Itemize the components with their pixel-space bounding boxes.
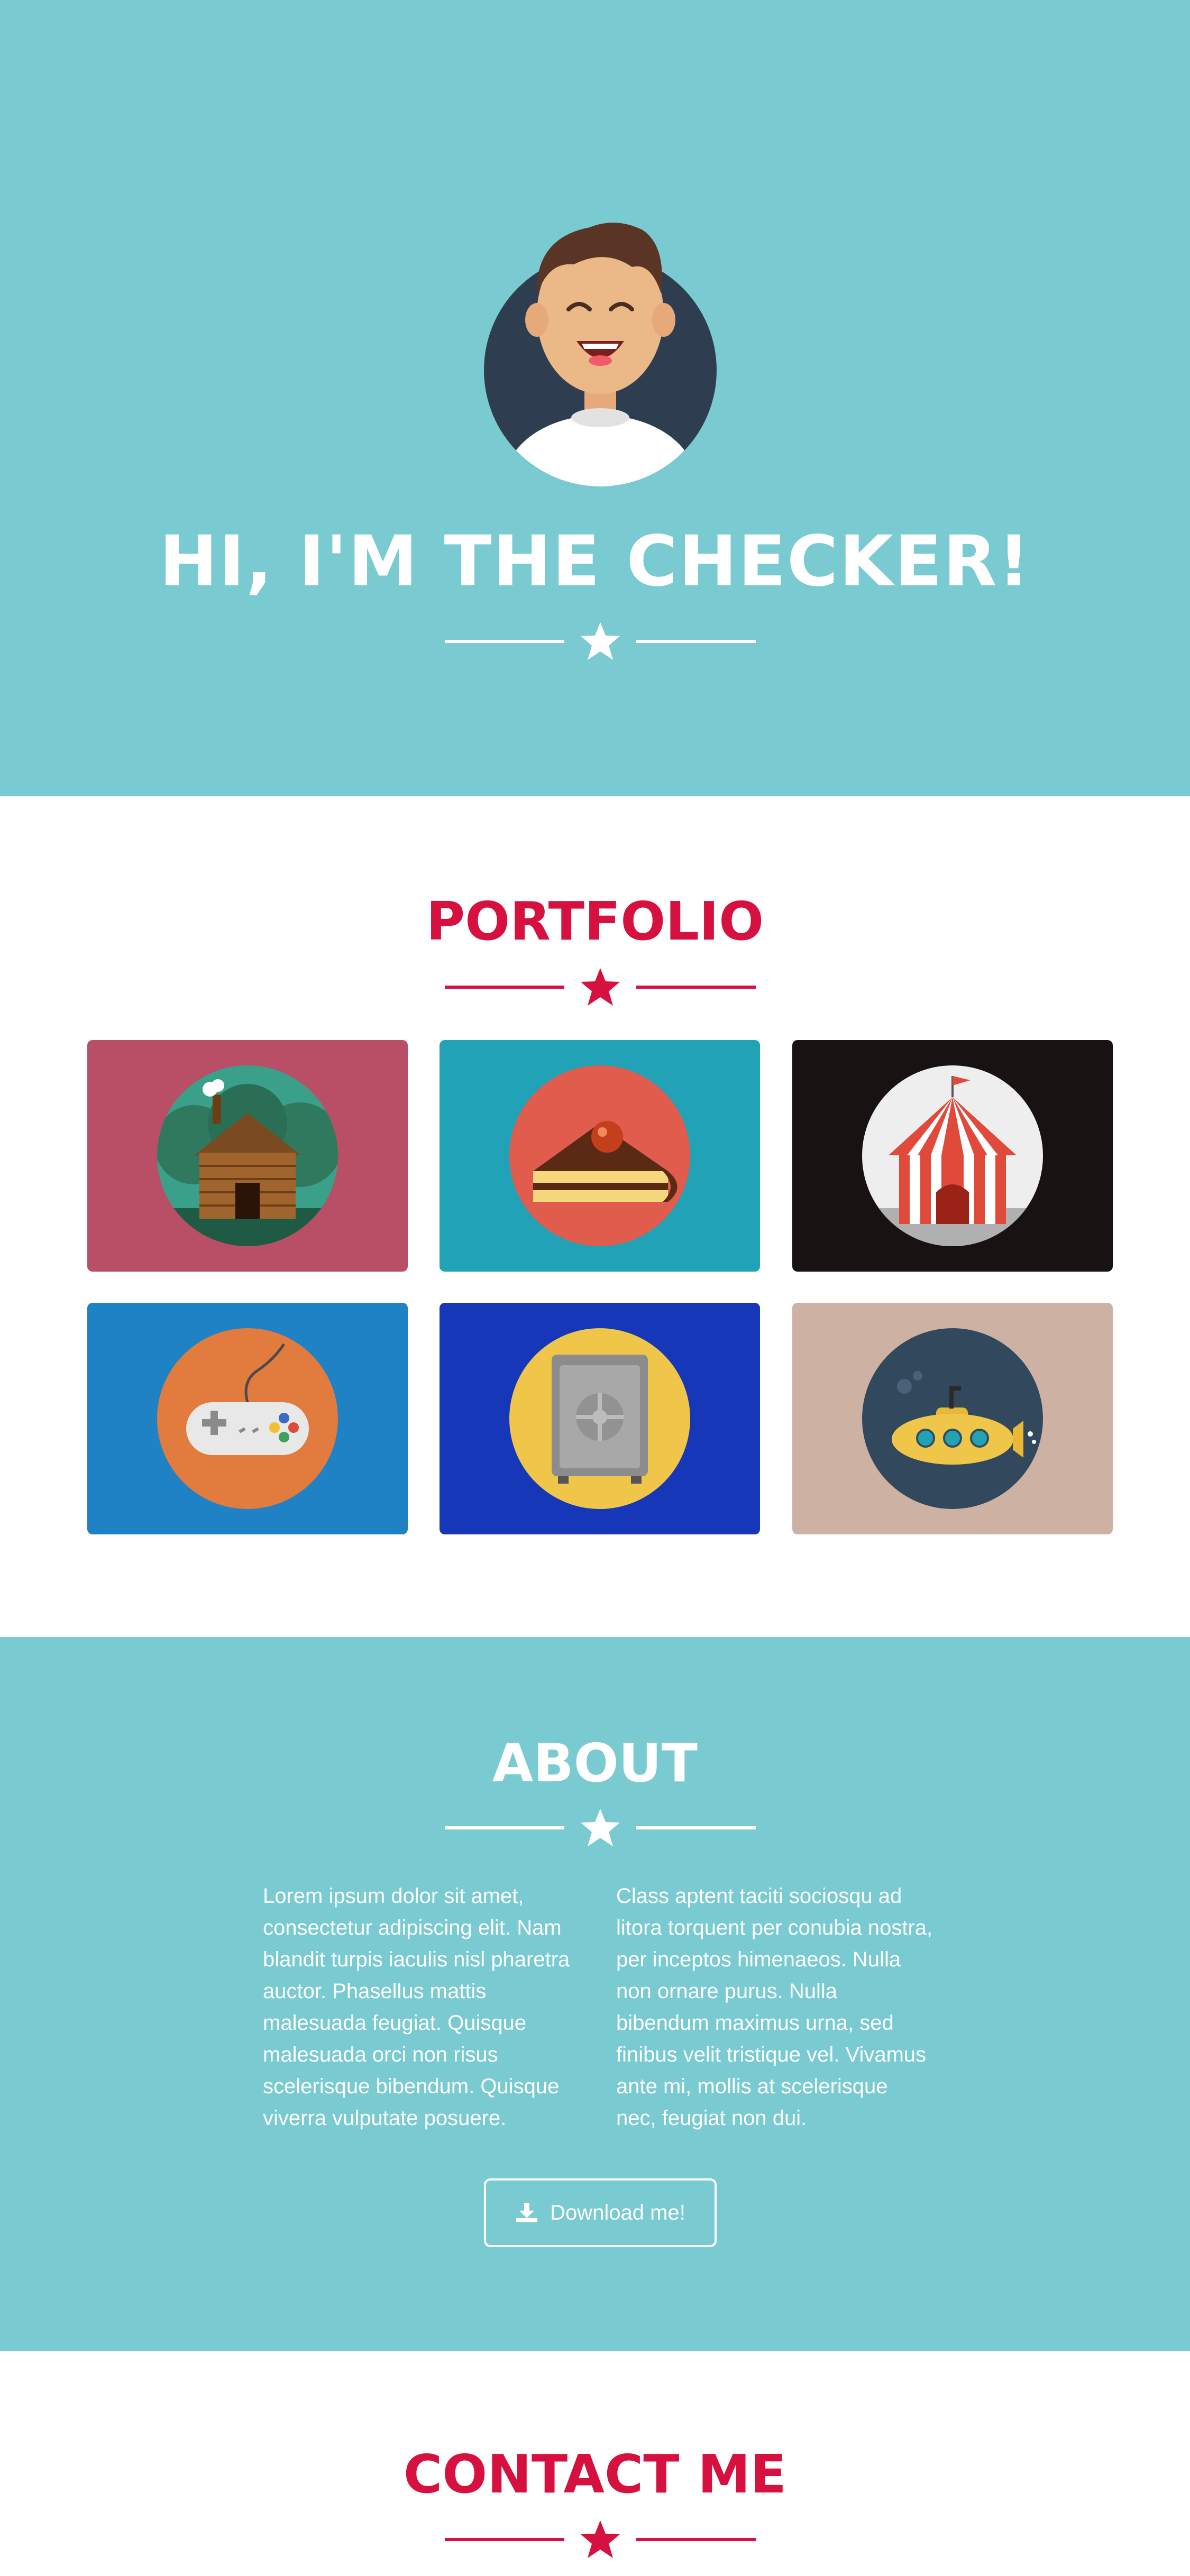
avatar [484,223,717,486]
download-button[interactable]: Download me! [484,2178,717,2247]
star-icon [581,1809,620,1846]
safe-icon [509,1328,690,1509]
about-star-divider [445,1809,756,1846]
portfolio-section: PORTFOLIO [0,796,1190,1637]
submarine-icon [862,1328,1043,1509]
portfolio-item-controller[interactable] [87,1303,408,1534]
download-icon [516,2203,538,2222]
download-button-label: Download me! [550,2201,685,2224]
circus-tent-icon [862,1065,1043,1246]
portfolio-item-cake[interactable] [440,1040,760,1272]
portfolio-title: PORTFOLIO [426,890,764,952]
log-cabin-icon [157,1065,338,1246]
hero-star-divider [445,622,756,660]
star-icon [581,2520,620,2558]
portfolio-item-safe[interactable] [440,1303,760,1534]
portfolio-item-circus[interactable] [792,1040,1113,1272]
about-section: ABOUT Lorem ipsum dolor sit amet, consec… [0,1637,1190,2351]
hero-section: HI, I'M THE CHECKER! [0,0,1190,796]
about-text-left: Lorem ipsum dolor sit amet, consectetur … [263,1884,570,2130]
cake-slice-icon [509,1065,690,1246]
contact-title: CONTACT ME [403,2443,787,2505]
portfolio-item-cabin[interactable] [87,1040,408,1272]
about-text-right: Class aptent taciti sociosqu ad litora t… [616,1884,933,2130]
star-icon [581,968,620,1006]
about-title: ABOUT [492,1732,698,1794]
contact-star-divider [445,2520,756,2558]
portfolio-item-submarine[interactable] [792,1303,1113,1534]
game-controller-icon [157,1328,338,1509]
contact-section: CONTACT ME [0,2351,1190,2576]
hero-title: HI, I'M THE CHECKER! [159,521,1031,602]
portfolio-star-divider [445,968,756,1006]
star-icon [581,622,620,660]
